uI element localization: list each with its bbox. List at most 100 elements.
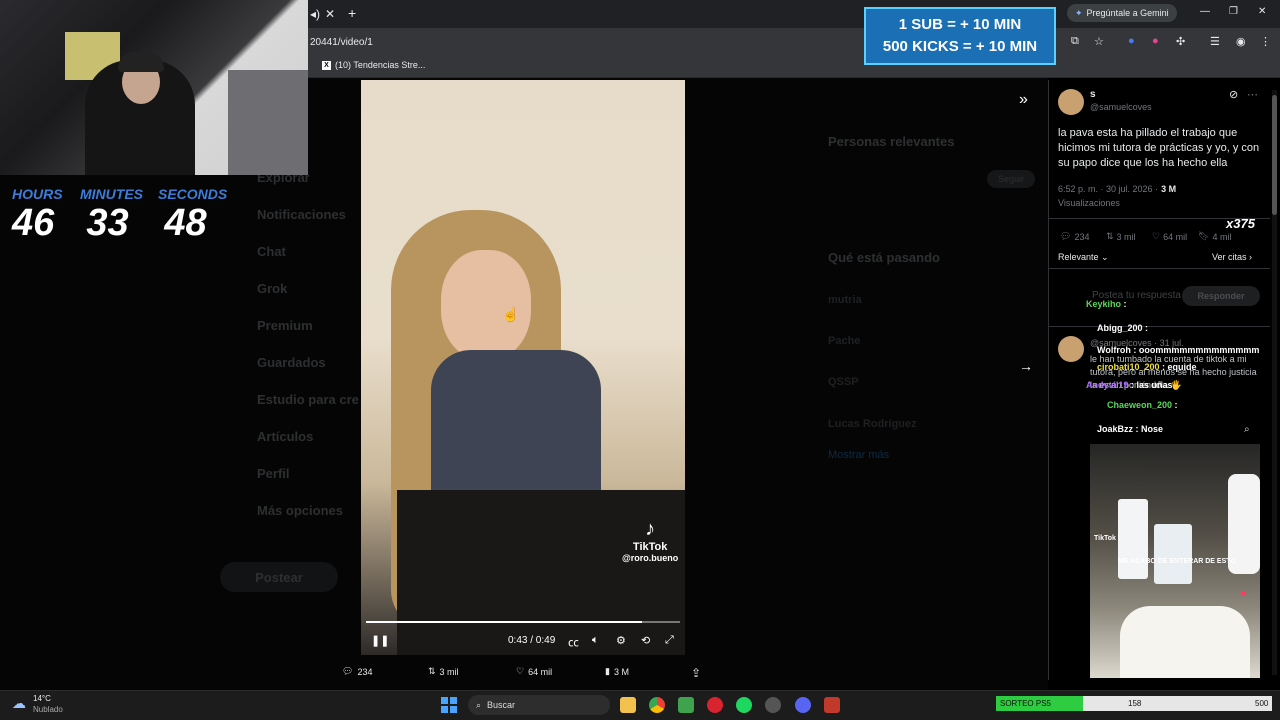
tab-audio-icon[interactable]: ◂) (310, 7, 320, 21)
volume-icon[interactable]: 🔈︎ (592, 634, 599, 647)
search-label: Buscar (487, 700, 516, 710)
overlay-counter: x375 (1226, 216, 1255, 231)
post-text: la pava esta ha pillado el trabajo que h… (1058, 127, 1260, 169)
chevron-right-icon: › (1249, 252, 1253, 262)
chat-message: ooommmmmmmmmmmmm (1138, 345, 1260, 355)
reply-video-caption: ME ACABO DE ENTERAR DE ESTO (1118, 558, 1236, 565)
search-icon[interactable]: ⌕ (1244, 424, 1250, 435)
post-bookmark-stat[interactable]: 🔖︎ 4 mil (1198, 231, 1231, 242)
relevant-heading: Personas relevantes (828, 134, 955, 149)
discord-icon[interactable] (795, 697, 811, 713)
trend-item: mutria (828, 294, 862, 306)
spotify-icon[interactable] (736, 697, 752, 713)
nav-item: Artículos (257, 429, 314, 444)
video-desk (397, 490, 685, 655)
reply-action[interactable]: 💬︎ 234 (342, 666, 372, 677)
windows-start-icon[interactable] (441, 697, 457, 713)
post-reply-stat[interactable]: 💬︎ 234 (1060, 231, 1089, 242)
like-count: 64 mil (528, 666, 553, 677)
reply-button[interactable]: Responder (1182, 286, 1260, 306)
post-replies: 234 (1074, 231, 1090, 242)
chat-line: cirobati10_200 : equide (1097, 362, 1197, 372)
repost-icon: ⇅ (428, 666, 436, 676)
seconds-block: SECONDS 48 (158, 186, 228, 245)
sorteo-goal: 500 (1255, 699, 1269, 708)
like-action[interactable]: ♡ 64 mil (516, 666, 552, 677)
seconds-label: SECONDS (158, 186, 228, 202)
mouse-cursor-icon: ☝ (502, 306, 520, 322)
maximize-icon[interactable]: ❐ (1229, 6, 1238, 17)
sorteo-current: 158 (1128, 699, 1142, 708)
chat-user: cirobati10_200 (1097, 362, 1160, 372)
minecraft-icon[interactable] (678, 697, 694, 713)
repost-action[interactable]: ⇅ 3 mil (428, 666, 459, 677)
grok-icon[interactable]: ⊘ (1229, 88, 1238, 101)
chrome-icon[interactable] (649, 697, 665, 713)
scrollbar-thumb[interactable] (1272, 95, 1277, 215)
tab-close-icon[interactable]: ✕ (325, 7, 335, 21)
trend-item: Lucas Rodríguez (828, 418, 917, 430)
menu-kebab-icon[interactable]: ⋮ (1260, 35, 1271, 48)
views-label: Visualizaciones (1058, 198, 1120, 208)
pause-icon[interactable]: ❚❚ (371, 634, 389, 647)
new-tab-icon[interactable]: + (348, 5, 356, 21)
url-text[interactable]: 20441/video/1 (310, 37, 373, 48)
post-repost-stat[interactable]: ⇅ 3 mil (1106, 231, 1136, 242)
chat-line: JoakBzz : Nose (1097, 424, 1164, 434)
nav-item: Notificaciones (257, 207, 346, 222)
more-options-icon[interactable]: ⋯ (1247, 88, 1258, 101)
captions-icon[interactable]: ㏄ (568, 634, 579, 650)
quotes-label: Ver citas (1212, 252, 1247, 262)
expand-panel-icon[interactable]: » (1019, 91, 1028, 109)
tiktok-label: TikTok (632, 541, 668, 553)
extension-icon[interactable]: ● (1128, 35, 1135, 47)
quotes-link[interactable]: Ver citas › (1212, 252, 1252, 262)
cast-icon[interactable]: ⧉ (1071, 35, 1079, 48)
bookmark-item[interactable]: X (10) Tendencias Stre... (322, 60, 425, 70)
weather-desc: Nublado (33, 705, 63, 714)
video-player[interactable] (361, 80, 685, 655)
opera-icon[interactable] (707, 697, 723, 713)
sort-label: Relevante (1058, 252, 1099, 262)
reply-avatar[interactable] (1058, 336, 1084, 362)
minimize-icon[interactable]: — (1200, 6, 1210, 17)
chat-user: Keykiho (1086, 299, 1122, 309)
next-media-icon[interactable]: → (1019, 358, 1033, 374)
chat-message: las uñas (1136, 380, 1173, 390)
x-logo-icon: X (322, 60, 331, 70)
extension-icon-2[interactable]: ● (1152, 35, 1159, 47)
follow-button: Seguir (987, 170, 1035, 188)
app-icon[interactable] (824, 697, 840, 713)
settings-gear-icon[interactable]: ⚙ (616, 634, 626, 647)
share-icon[interactable]: ⇪ (691, 666, 701, 680)
author-handle[interactable]: @samuelcoves (1090, 102, 1152, 112)
gemini-button[interactable]: ✦ Pregúntale a Gemini (1067, 4, 1177, 22)
file-explorer-icon[interactable] (620, 697, 636, 713)
post-button-label: Postear (255, 569, 303, 585)
loop-icon[interactable]: ⟲ (641, 634, 650, 647)
reading-list-icon[interactable]: ☰ (1210, 35, 1220, 48)
profile-icon[interactable]: ◉ (1236, 35, 1246, 48)
trend-item: QSSP (828, 376, 859, 388)
post-like-stat[interactable]: ♡ 64 mil (1152, 231, 1187, 242)
avatar[interactable] (1058, 89, 1084, 115)
subs-banner: 1 SUB = + 10 MIN 500 KICKS = + 10 MIN (864, 7, 1056, 65)
weather-temp[interactable]: 14°C (33, 694, 51, 703)
post-reposts: 3 mil (1116, 231, 1136, 242)
post-likes: 64 mil (1163, 231, 1188, 242)
views-action[interactable]: ▮ 3 M (605, 666, 629, 677)
extensions-puzzle-icon[interactable]: ✣ (1176, 35, 1185, 48)
taskbar-search[interactable]: ⌕ Buscar (468, 695, 610, 715)
views-chart-icon: ▮ (605, 666, 610, 676)
heart-icon[interactable]: ♥ (1240, 588, 1247, 600)
author-name[interactable]: s (1090, 89, 1096, 100)
subs-line-1: 1 SUB = + 10 MIN (898, 16, 1022, 33)
hours-label: HOURS (12, 186, 63, 202)
obs-icon[interactable] (765, 697, 781, 713)
chat-user: Chaeweon_200 (1107, 400, 1173, 410)
sort-relevant[interactable]: Relevante ⌄ (1058, 252, 1109, 263)
fullscreen-icon[interactable]: ⤢ (665, 634, 674, 647)
bookmark-star-icon[interactable]: ☆ (1094, 35, 1104, 48)
close-window-icon[interactable]: ✕ (1258, 6, 1266, 17)
chat-line: Abigg_200 : (1097, 323, 1149, 333)
